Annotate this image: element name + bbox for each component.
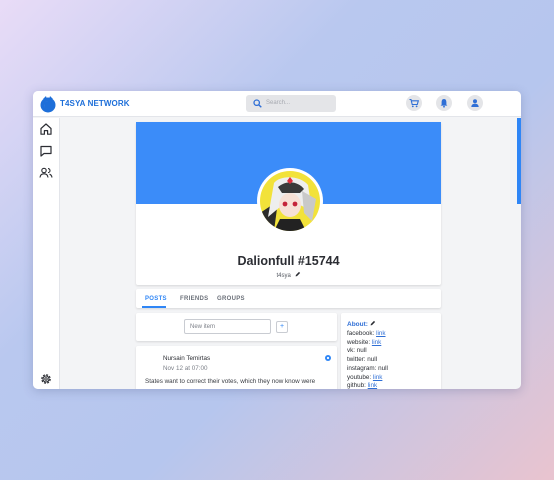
about-row: twitter: null [347,356,435,365]
avatar-image [260,171,320,231]
chat-icon[interactable] [39,144,53,158]
app-window: T4SYA NETWORK Search... Dalionfull #1574… [33,91,521,389]
cart-button[interactable] [406,95,422,111]
account-button[interactable] [467,95,483,111]
active-tab-indicator [142,306,166,308]
post-card: Nursain Temirtas Nov 12 at 07:00 States … [136,346,337,389]
about-value: null [378,364,388,372]
about-row: website: link [347,339,435,348]
about-value: null [367,356,378,364]
profile-display-name: Dalionfull #15744 [237,254,340,268]
tab-posts[interactable]: POSTS [145,296,167,302]
profile-username-row: t4sya [136,271,441,279]
sidebar [33,118,60,389]
about-key: twitter: [347,356,366,364]
profile-username: t4sya [276,273,291,279]
bell-icon [440,99,448,108]
app-title[interactable]: T4SYA NETWORK [60,99,130,108]
pencil-icon[interactable] [295,271,301,277]
edit-pencil-icon[interactable] [370,320,376,326]
new-item-input[interactable]: New item [184,319,271,334]
add-item-button[interactable]: + [276,321,288,333]
post-options-icon[interactable] [325,355,331,361]
search-icon [253,99,262,108]
cart-icon [409,98,419,108]
gear-icon[interactable] [39,372,53,386]
profile-tabs: POSTS FRIENDS GROUPS [136,289,441,308]
users-icon[interactable] [39,166,53,180]
scrollbar-thumb[interactable] [517,118,521,204]
user-icon [471,99,479,107]
about-key: github: [347,382,366,389]
about-key: youtube: [347,373,372,381]
search-placeholder: Search... [266,100,291,106]
about-card: About: facebook: link website: link vk: nu… [341,313,441,389]
about-link[interactable]: link [376,330,385,337]
about-key: website: [347,338,371,346]
about-row: youtube: link [347,374,435,383]
tab-friends[interactable]: FRIENDS [180,296,208,302]
about-value: null [356,347,367,355]
logo-icon[interactable] [39,95,57,113]
about-link[interactable]: link [368,382,377,389]
about-row: github: link [347,382,435,389]
main-content: Dalionfull #15744 t4sya POSTS FRIENDS GR… [61,118,521,389]
about-link[interactable]: link [373,374,382,381]
about-key: instagram: [347,364,377,372]
about-key: facebook: [347,330,375,337]
top-bar: T4SYA NETWORK Search... [33,91,521,117]
about-title: About: [347,321,368,328]
search-input[interactable]: Search... [246,95,336,112]
post-author[interactable]: Nursain Temirtas [163,355,210,362]
avatar[interactable] [257,168,323,234]
new-item-card: New item + [136,313,337,341]
about-row: facebook: link [347,330,435,339]
about-row: instagram: null [347,365,435,374]
about-list: facebook: link website: link vk: null twitt… [347,330,435,389]
about-row: vk: null [347,347,435,356]
about-title-row: About: [347,320,435,328]
notifications-button[interactable] [436,95,452,111]
home-icon[interactable] [39,122,53,136]
about-link[interactable]: link [372,339,381,346]
post-date: Nov 12 at 07:00 [163,365,208,372]
tab-groups[interactable]: GROUPS [217,296,245,302]
profile-card: Dalionfull #15744 t4sya [136,122,441,285]
post-text: States want to correct their votes, whic… [145,378,316,385]
about-key: vk: [347,347,356,355]
